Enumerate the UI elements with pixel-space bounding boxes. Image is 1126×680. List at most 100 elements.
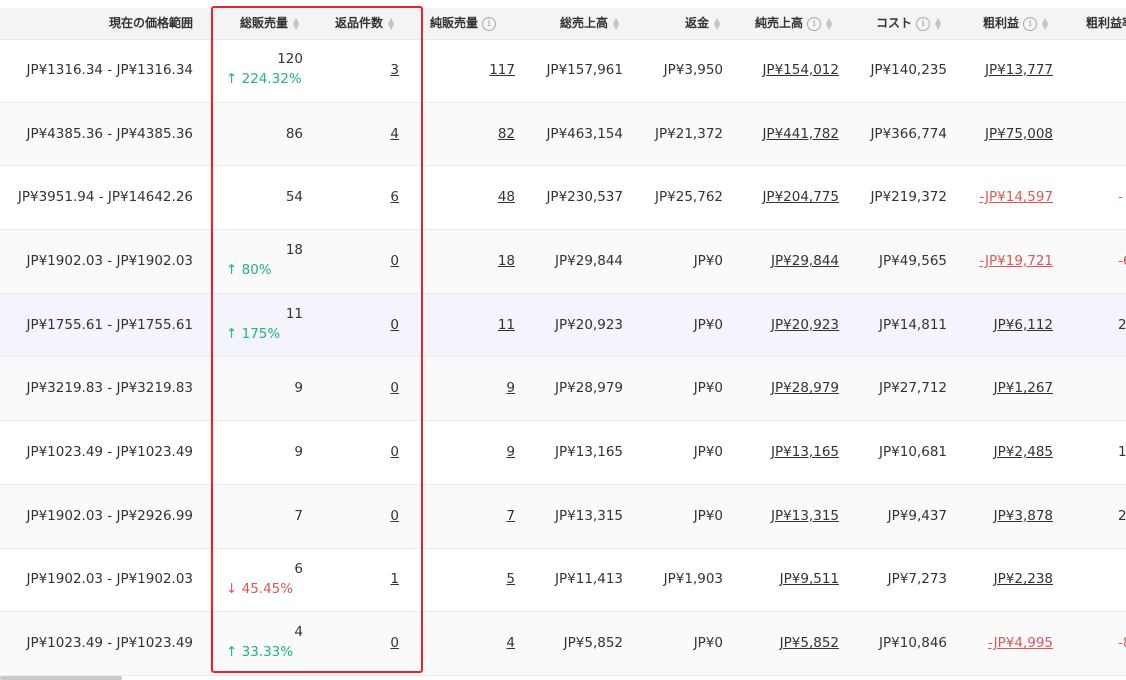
header-gross-revenue[interactable]: 総売上高 ▲ ▼ xyxy=(560,8,630,39)
sort-icon[interactable]: ▲ ▼ xyxy=(826,16,832,30)
net-qty-cell[interactable]: 5 xyxy=(506,571,515,587)
cost-cell: JP¥7,273 xyxy=(887,571,947,588)
net-qty-cell[interactable]: 11 xyxy=(498,317,515,333)
net-rev-cell[interactable]: JP¥20,923 xyxy=(771,317,839,333)
net-rev-cell[interactable]: JP¥441,782 xyxy=(762,126,839,142)
gross-sales-qty-cell: 120 xyxy=(277,51,303,67)
net-qty-cell[interactable]: 9 xyxy=(506,444,515,460)
profit-cell[interactable]: -JP¥4,995 xyxy=(988,635,1053,651)
refund-cell: JP¥0 xyxy=(693,380,723,397)
header-gross-profit-rate[interactable]: 粗利益率 xyxy=(1086,8,1126,39)
table-row: JP¥3219.83 - JP¥3219.83 9 0 9 JP¥28,979 JP¥0 J… xyxy=(0,357,1126,422)
table-row: JP¥1902.03 - JP¥1902.03 18 ↑ 80% 0 18 JP¥29,8… xyxy=(0,230,1126,294)
price-range-cell: JP¥3951.94 - JP¥14642.26 xyxy=(17,189,193,206)
gross-profit-rate-cell: 2 xyxy=(1118,507,1126,524)
cost-cell: JP¥10,681 xyxy=(879,444,947,461)
profit-cell[interactable]: JP¥75,008 xyxy=(985,126,1053,142)
table-row: JP¥3951.94 - JP¥14642.26 54 6 48 JP¥230,537 J… xyxy=(0,166,1126,231)
refund-cell: JP¥0 xyxy=(693,252,723,269)
header-refund[interactable]: 返金 ▲ ▼ xyxy=(685,8,735,39)
gross-profit-rate-cell: 1 xyxy=(1118,444,1126,461)
info-icon[interactable]: i xyxy=(807,16,822,31)
net-rev-cell[interactable]: JP¥29,844 xyxy=(771,253,839,269)
sort-icon[interactable]: ▲ ▼ xyxy=(1042,16,1048,30)
gross-sales-qty-cell: 6 xyxy=(294,560,303,577)
header-returns[interactable]: 返品件数 ▲ ▼ xyxy=(335,8,410,39)
net-rev-cell[interactable]: JP¥28,979 xyxy=(771,380,839,396)
net-rev-cell[interactable]: JP¥154,012 xyxy=(762,62,839,78)
horizontal-scrollbar[interactable] xyxy=(0,676,122,680)
table-row: JP¥1023.49 - JP¥1023.49 4 ↑ 33.33% 0 4 JP¥5,8… xyxy=(0,612,1126,676)
price-range-cell: JP¥1755.61 - JP¥1755.61 xyxy=(26,316,193,333)
sort-icon[interactable]: ▲ ▼ xyxy=(714,16,720,30)
gross-sales-qty-cell: 11 xyxy=(285,305,303,322)
info-icon[interactable]: i xyxy=(1023,16,1038,31)
returns-cell[interactable]: 0 xyxy=(390,317,399,333)
info-icon[interactable]: i xyxy=(916,16,931,31)
cost-cell: JP¥49,565 xyxy=(879,252,947,269)
gross-rev-cell: JP¥11,413 xyxy=(555,571,623,588)
net-qty-cell[interactable]: 117 xyxy=(489,62,515,78)
gross-rev-cell: JP¥5,852 xyxy=(563,635,623,652)
profit-cell[interactable]: JP¥13,777 xyxy=(985,62,1053,78)
profit-cell[interactable]: JP¥6,112 xyxy=(994,317,1053,333)
returns-cell[interactable]: 4 xyxy=(390,126,399,142)
sort-icon[interactable]: ▲ ▼ xyxy=(613,16,619,30)
gross-sales-qty-cell: 4 xyxy=(294,624,303,641)
returns-cell[interactable]: 0 xyxy=(390,380,399,396)
header-net-sales-qty[interactable]: 純販売量 i xyxy=(430,8,520,39)
net-qty-cell[interactable]: 7 xyxy=(506,508,515,524)
returns-cell[interactable]: 0 xyxy=(390,444,399,460)
refund-cell: JP¥21,372 xyxy=(655,125,723,142)
profit-cell[interactable]: JP¥2,485 xyxy=(994,444,1053,460)
profit-cell[interactable]: JP¥1,267 xyxy=(994,380,1053,396)
header-cost[interactable]: コスト i ▲ ▼ xyxy=(876,8,956,39)
cost-cell: JP¥27,712 xyxy=(879,380,947,397)
profit-cell[interactable]: -JP¥19,721 xyxy=(979,253,1053,269)
net-qty-cell[interactable]: 82 xyxy=(498,126,515,142)
header-net-revenue[interactable]: 純売上高 i ▲ ▼ xyxy=(755,8,850,39)
returns-cell[interactable]: 0 xyxy=(390,635,399,651)
gross-sales-qty-cell: 18 xyxy=(285,242,303,259)
header-gross-sales-qty[interactable]: 総販売量 ▲ ▼ xyxy=(240,8,310,39)
cost-cell: JP¥14,811 xyxy=(879,316,947,333)
net-rev-cell[interactable]: JP¥204,775 xyxy=(762,189,839,205)
trend-indicator: ↓ 45.45% xyxy=(226,580,294,597)
returns-cell[interactable]: 3 xyxy=(390,62,399,78)
returns-cell[interactable]: 0 xyxy=(390,508,399,524)
table-row: JP¥1023.49 - JP¥1023.49 9 0 9 JP¥13,165 JP¥0 J… xyxy=(0,421,1126,485)
returns-cell[interactable]: 1 xyxy=(390,571,399,587)
cost-cell: JP¥219,372 xyxy=(870,189,947,206)
net-qty-cell[interactable]: 4 xyxy=(506,635,515,651)
profit-cell[interactable]: -JP¥14,597 xyxy=(979,189,1053,205)
net-rev-cell[interactable]: JP¥5,852 xyxy=(780,635,839,651)
gross-sales-qty-cell: 54 xyxy=(285,189,303,206)
refund-cell: JP¥0 xyxy=(693,316,723,333)
sort-icon[interactable]: ▲ ▼ xyxy=(293,16,299,30)
returns-cell[interactable]: 6 xyxy=(390,189,399,205)
net-qty-cell[interactable]: 9 xyxy=(506,380,515,396)
sort-icon[interactable]: ▲ ▼ xyxy=(935,16,941,30)
gross-profit-rate-cell: -8 xyxy=(1118,635,1126,652)
trend-indicator: ↑ 175% xyxy=(226,325,281,342)
returns-cell[interactable]: 0 xyxy=(390,253,399,269)
net-qty-cell[interactable]: 18 xyxy=(498,253,515,269)
profit-cell[interactable]: JP¥3,878 xyxy=(994,508,1053,524)
net-rev-cell[interactable]: JP¥13,315 xyxy=(771,508,839,524)
net-qty-cell[interactable]: 48 xyxy=(498,189,515,205)
refund-cell: JP¥1,903 xyxy=(663,571,723,588)
sort-icon[interactable]: ▲ ▼ xyxy=(388,16,394,30)
gross-rev-cell: JP¥13,315 xyxy=(555,507,623,524)
header-gross-profit[interactable]: 粗利益 i ▲ ▼ xyxy=(983,8,1063,39)
gross-rev-cell: JP¥20,923 xyxy=(555,316,623,333)
refund-cell: JP¥25,762 xyxy=(655,189,723,206)
cost-cell: JP¥10,846 xyxy=(879,635,947,652)
info-icon[interactable]: i xyxy=(482,16,497,31)
gross-sales-qty-cell: 7 xyxy=(294,507,303,524)
net-rev-cell[interactable]: JP¥13,165 xyxy=(771,444,839,460)
net-rev-cell[interactable]: JP¥9,511 xyxy=(780,571,839,587)
gross-profit-rate-cell: - xyxy=(1118,189,1123,206)
profit-cell[interactable]: JP¥2,238 xyxy=(994,571,1053,587)
trend-indicator: ↑ 80% xyxy=(226,262,272,279)
gross-rev-cell: JP¥13,165 xyxy=(555,444,623,461)
